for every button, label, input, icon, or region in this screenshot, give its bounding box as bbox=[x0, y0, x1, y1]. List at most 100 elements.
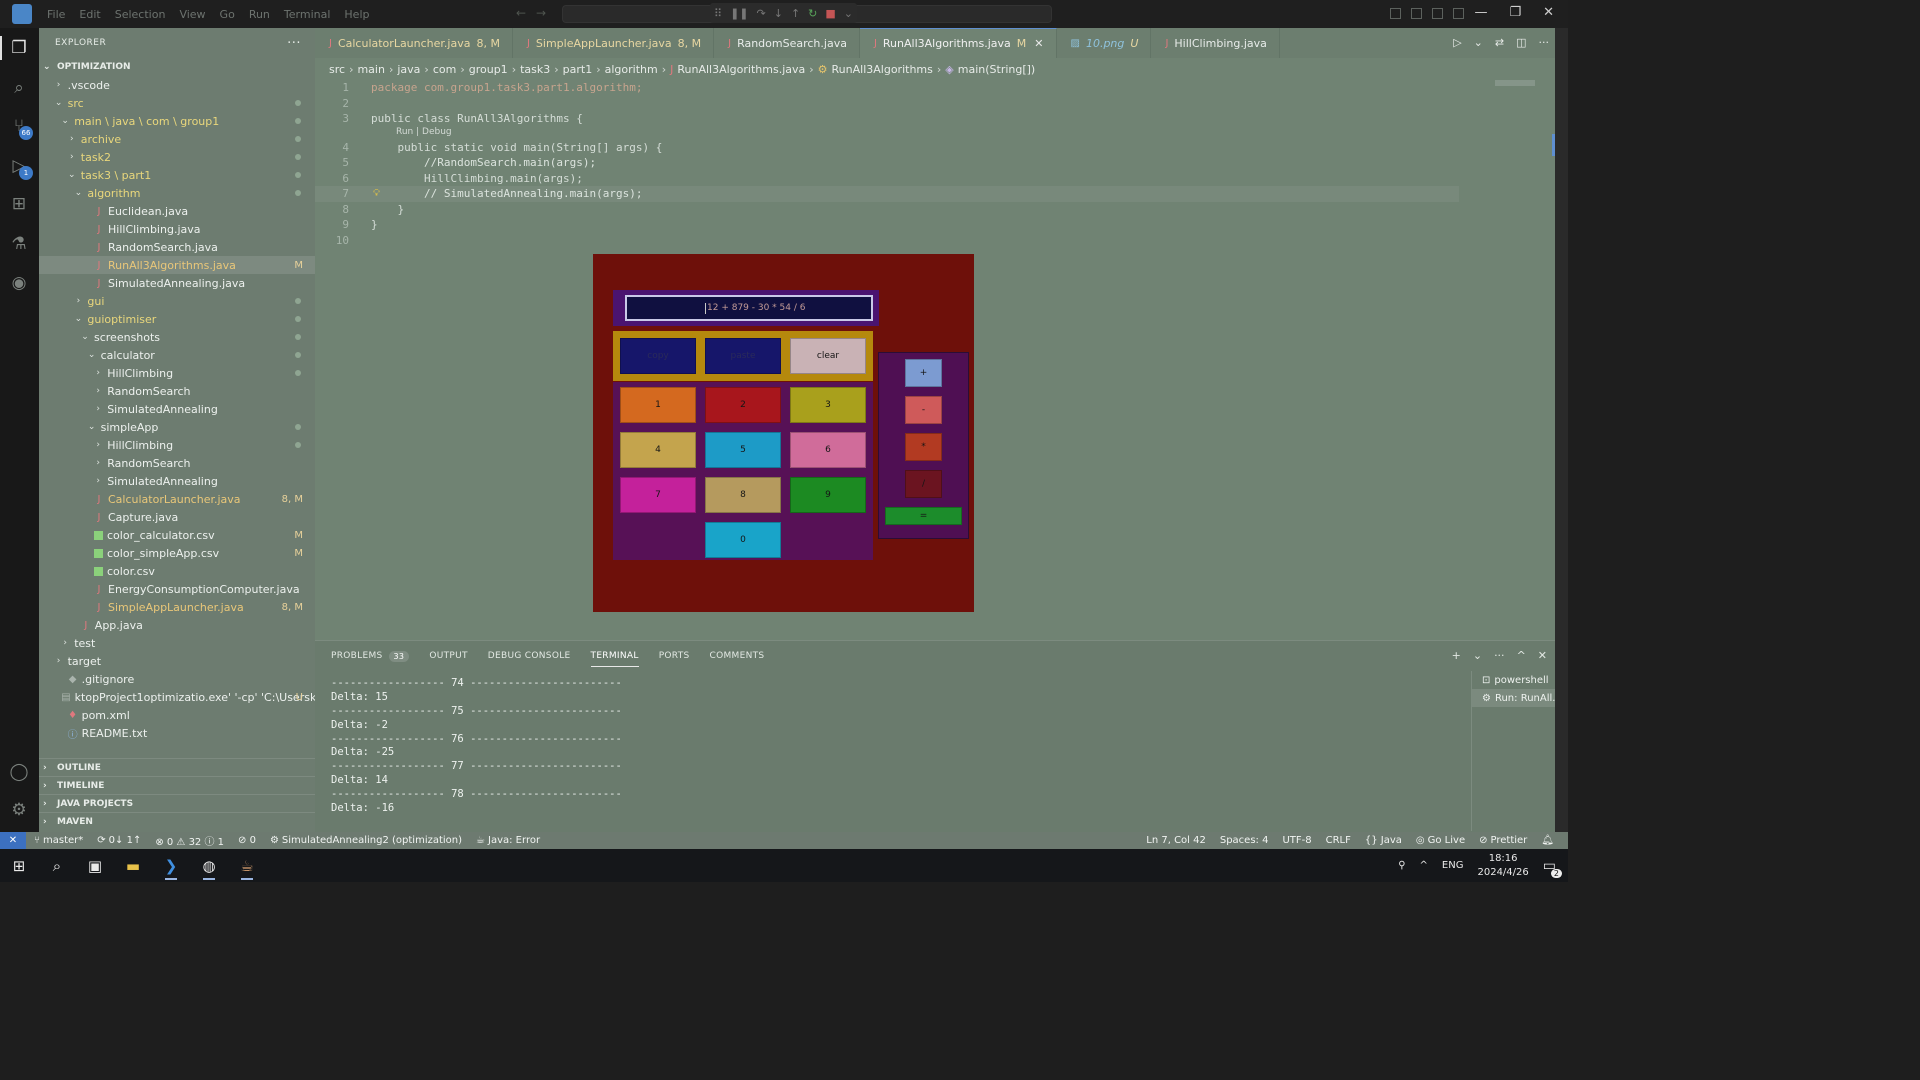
toggle-sidebar-icon[interactable] bbox=[1390, 8, 1401, 19]
testing-icon[interactable]: ⚗ bbox=[9, 234, 29, 254]
breadcrumb-item[interactable]: src bbox=[329, 63, 345, 76]
terminal-instance[interactable]: ⊡ powershell bbox=[1472, 671, 1555, 689]
nav-arrows[interactable]: ←→ bbox=[516, 6, 556, 20]
restore-button[interactable]: ❐ bbox=[1509, 5, 1521, 20]
tree-item[interactable]: ⌄ simpleApp bbox=[39, 418, 315, 436]
equals-button[interactable]: = bbox=[885, 507, 962, 525]
ports-status[interactable]: ⊘ 0 bbox=[238, 835, 256, 846]
branch-status[interactable]: ⑂ master* bbox=[34, 835, 83, 846]
search-icon[interactable]: ⌕ bbox=[9, 78, 29, 98]
digit-4-button[interactable]: 4 bbox=[620, 432, 696, 468]
windows-start-icon[interactable]: ⊞ bbox=[0, 849, 38, 882]
breadcrumb-item[interactable]: RunAll3Algorithms.java bbox=[677, 63, 805, 76]
extensions-icon[interactable]: ⊞ bbox=[9, 194, 29, 214]
customize-layout-icon[interactable] bbox=[1453, 8, 1464, 19]
tree-item[interactable]: › target bbox=[39, 652, 315, 670]
tree-item[interactable]: › archive bbox=[39, 130, 315, 148]
eol-status[interactable]: CRLF bbox=[1326, 835, 1351, 846]
close-icon[interactable]: ✕ bbox=[1034, 37, 1043, 50]
editor-tab[interactable]: J RandomSearch.java bbox=[714, 28, 860, 58]
tree-item[interactable]: ›ⓘREADME.txt bbox=[39, 724, 315, 742]
menu-run[interactable]: Run bbox=[242, 8, 277, 21]
digit-1-button[interactable]: 1 bbox=[620, 387, 696, 423]
tree-item[interactable]: ›JApp.java bbox=[39, 616, 315, 634]
divide-button[interactable]: / bbox=[905, 470, 942, 498]
multiply-button[interactable]: * bbox=[905, 433, 942, 461]
remote-indicator[interactable]: ✕ bbox=[0, 832, 26, 849]
encoding-status[interactable]: UTF-8 bbox=[1282, 835, 1311, 846]
file-explorer-icon[interactable]: ▬ bbox=[114, 849, 152, 882]
drag-handle-icon[interactable]: ⠿ bbox=[714, 7, 722, 20]
problems-status[interactable]: ⊗ 0 ⚠ 32 ⓘ 1 bbox=[155, 833, 224, 848]
panel-tab-terminal[interactable]: TERMINAL bbox=[590, 641, 639, 671]
bell-icon[interactable]: 🔔︎ bbox=[1541, 835, 1554, 846]
section-maven[interactable]: › MAVEN bbox=[39, 812, 315, 830]
chevron-down-icon[interactable]: ⌄ bbox=[844, 7, 853, 20]
java-status[interactable]: ☕ Java: Error bbox=[476, 835, 540, 846]
minimap[interactable] bbox=[1495, 80, 1535, 86]
digit-5-button[interactable]: 5 bbox=[705, 432, 781, 468]
cursor-position[interactable]: Ln 7, Col 42 bbox=[1146, 835, 1206, 846]
tree-item[interactable]: ›color.csv bbox=[39, 562, 315, 580]
run-icon[interactable]: ▷ bbox=[1453, 36, 1461, 49]
tree-item[interactable]: ›JRunAll3Algorithms.javaM bbox=[39, 256, 315, 274]
tree-item[interactable]: ›JCalculatorLauncher.java8, M bbox=[39, 490, 315, 508]
more-actions-icon[interactable]: ··· bbox=[1494, 649, 1505, 662]
pause-icon[interactable]: ❚❚ bbox=[730, 7, 748, 20]
language-status[interactable]: {} Java bbox=[1365, 835, 1402, 846]
split-editor-icon[interactable]: ◫ bbox=[1516, 36, 1526, 49]
menu-view[interactable]: View bbox=[172, 8, 212, 21]
menu-help[interactable]: Help bbox=[337, 8, 376, 21]
chevron-up-icon[interactable]: ^ bbox=[1420, 860, 1428, 871]
menu-edit[interactable]: Edit bbox=[72, 8, 107, 21]
toggle-secondary-sidebar-icon[interactable] bbox=[1432, 8, 1443, 19]
section-timeline[interactable]: › TIMELINE bbox=[39, 776, 315, 794]
account-icon[interactable]: ◯ bbox=[9, 762, 29, 782]
tree-item[interactable]: ›color_simpleApp.csvM bbox=[39, 544, 315, 562]
panel-tab-output[interactable]: OUTPUT bbox=[429, 641, 467, 671]
new-terminal-icon[interactable]: + bbox=[1452, 649, 1461, 662]
tree-item[interactable]: › test bbox=[39, 634, 315, 652]
tree-item[interactable]: › RandomSearch bbox=[39, 382, 315, 400]
run-debug-codelens[interactable]: Run | Debug bbox=[315, 127, 1555, 140]
code-editor[interactable]: 1 package com.group1.task3.part1.algorith… bbox=[315, 80, 1555, 250]
java-app-icon[interactable]: ☕ bbox=[228, 849, 266, 882]
tree-item[interactable]: ⌄ screenshots bbox=[39, 328, 315, 346]
more-actions-icon[interactable]: ··· bbox=[287, 36, 301, 51]
digit-3-button[interactable]: 3 bbox=[790, 387, 866, 423]
tree-item[interactable]: › SimulatedAnnealing bbox=[39, 400, 315, 418]
digit-9-button[interactable]: 9 bbox=[790, 477, 866, 513]
minimize-button[interactable]: — bbox=[1474, 5, 1487, 20]
tree-item[interactable]: ⌄ task3 \ part1 bbox=[39, 166, 315, 184]
breadcrumb-item[interactable]: part1 bbox=[563, 63, 593, 76]
more-actions-icon[interactable]: ··· bbox=[1539, 36, 1550, 49]
tree-item[interactable]: › HillClimbing bbox=[39, 436, 315, 454]
clock[interactable]: 18:16 2024/4/26 bbox=[1477, 852, 1528, 880]
tree-item[interactable]: ›JSimpleAppLauncher.java8, M bbox=[39, 598, 315, 616]
remote-explorer-icon[interactable]: ◉ bbox=[9, 273, 29, 293]
plus-button[interactable]: + bbox=[905, 359, 942, 387]
section-java-projects[interactable]: › JAVA PROJECTS bbox=[39, 794, 315, 812]
indentation-status[interactable]: Spaces: 4 bbox=[1220, 835, 1269, 846]
toggle-panel-icon[interactable] bbox=[1411, 8, 1422, 19]
digit-0-button[interactable]: 0 bbox=[705, 522, 781, 558]
stop-icon[interactable]: ■ bbox=[825, 7, 835, 20]
close-panel-icon[interactable]: ✕ bbox=[1538, 649, 1547, 662]
menu-selection[interactable]: Selection bbox=[108, 8, 173, 21]
vscode-taskbar-icon[interactable]: ❯ bbox=[152, 849, 190, 882]
tree-item[interactable]: › task2 bbox=[39, 148, 315, 166]
step-over-icon[interactable]: ↷ bbox=[757, 7, 766, 20]
step-into-icon[interactable]: ↓ bbox=[774, 7, 783, 20]
tree-item[interactable]: ⌄ src bbox=[39, 94, 315, 112]
editor-tab[interactable]: J HillClimbing.java bbox=[1151, 28, 1280, 58]
go-live-button[interactable]: ◎ Go Live bbox=[1416, 835, 1465, 846]
breadcrumb-item[interactable]: java bbox=[397, 63, 420, 76]
clear-button[interactable]: clear bbox=[790, 338, 866, 374]
panel-tab-ports[interactable]: PORTS bbox=[659, 641, 690, 671]
copy-button[interactable]: copy bbox=[620, 338, 696, 374]
panel-tab-debug-console[interactable]: DEBUG CONSOLE bbox=[488, 641, 571, 671]
open-changes-icon[interactable]: ⇄ bbox=[1495, 36, 1504, 49]
paste-button[interactable]: paste bbox=[705, 338, 781, 374]
breadcrumb-item[interactable]: main bbox=[357, 63, 384, 76]
digit-2-button[interactable]: 2 bbox=[705, 387, 781, 423]
